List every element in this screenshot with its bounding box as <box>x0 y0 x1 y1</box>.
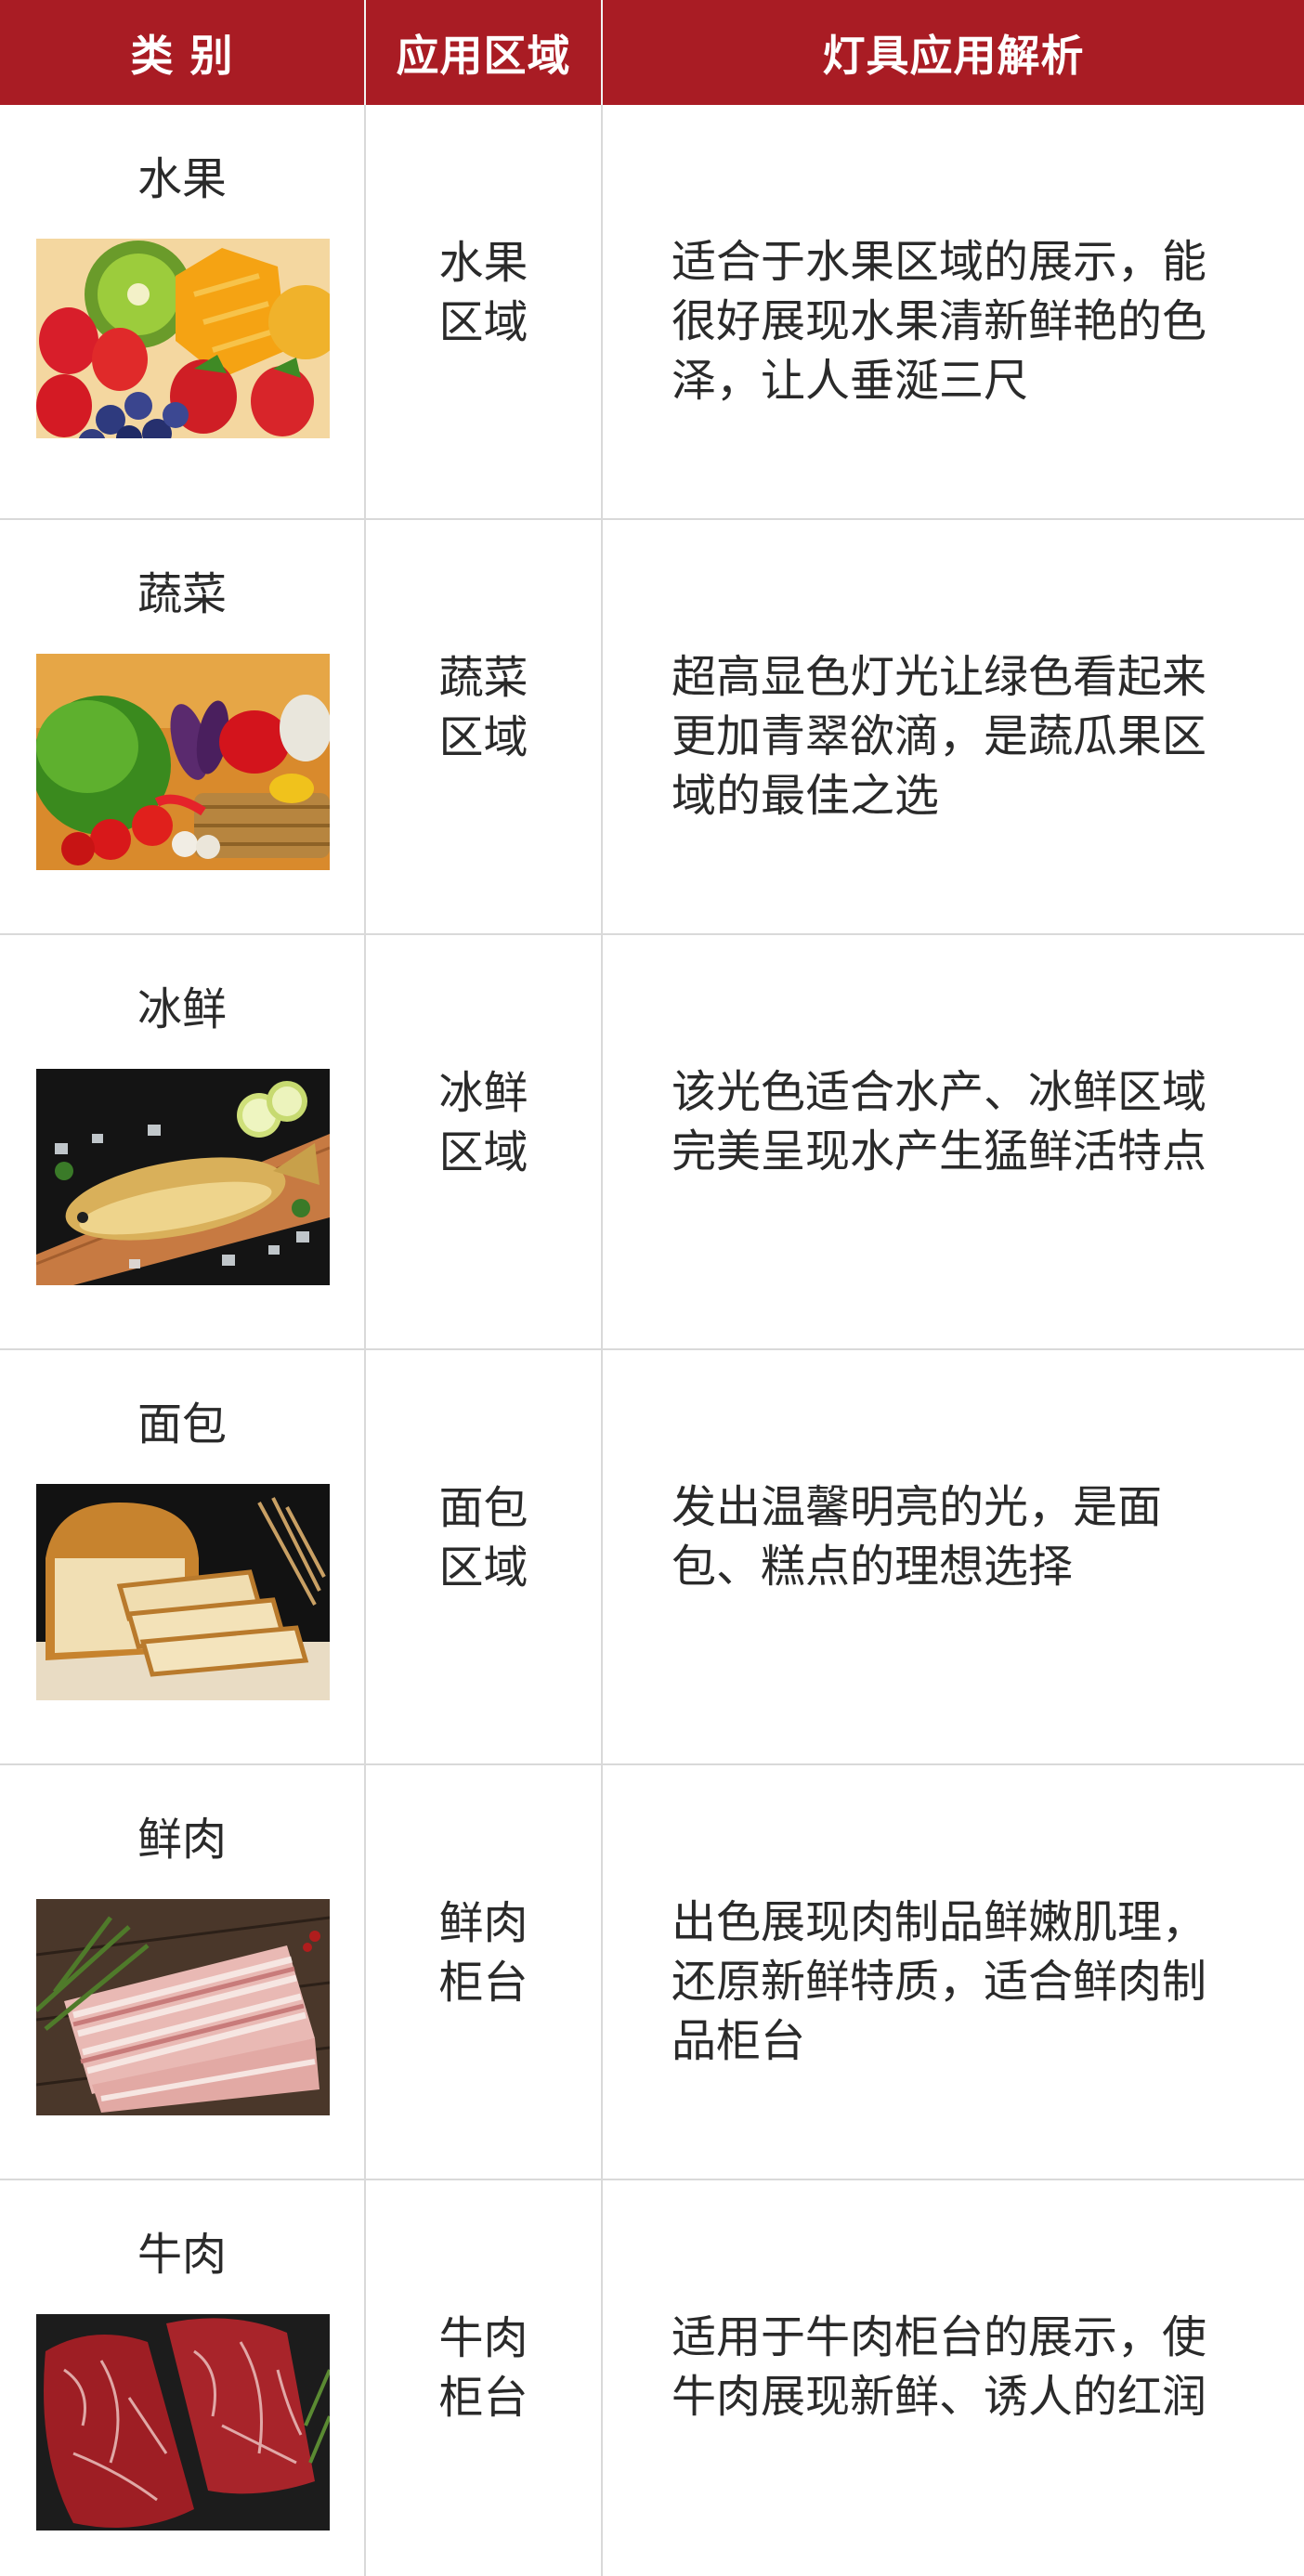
table-row: 鲜肉 鲜肉 柜台 出色展现肉制品鲜嫩肌理，还原新鲜特质，适合鲜肉制品柜台 <box>0 1764 1304 2180</box>
description-cell: 出色展现肉制品鲜嫩肌理，还原新鲜特质，适合鲜肉制品柜台 <box>601 1764 1304 2180</box>
vegetables-photo <box>36 654 330 870</box>
beef-photo <box>36 2314 330 2530</box>
category-cell: 面包 <box>0 1349 366 1765</box>
area-line: 蔬菜 <box>438 652 528 704</box>
description-text: 发出温馨明亮的光，是面包、糕点的理想选择 <box>672 1481 1163 1593</box>
fish-photo <box>36 1069 330 1285</box>
area-cell: 冰鲜 区域 <box>364 934 603 1350</box>
category-name: 面包 <box>137 1399 227 1451</box>
category-cell: 鲜肉 <box>0 1764 366 2180</box>
category-name: 水果 <box>137 153 227 205</box>
header-category: 类 别 <box>0 0 366 105</box>
table-row: 冰鲜 冰鲜 区域 该光色适合水产、冰鲜区域完美呈现水产生猛鲜活特点 <box>0 934 1304 1350</box>
category-cell: 牛肉 <box>0 2179 366 2576</box>
area-cell: 牛肉 柜台 <box>364 2179 603 2576</box>
area-line: 柜台 <box>438 2372 528 2424</box>
table-row: 蔬菜 蔬菜 区域 超高显色灯光让绿色看起来更加青翠欲滴，是蔬瓜果区域的最佳之选 <box>0 519 1304 935</box>
category-name: 冰鲜 <box>137 983 227 1035</box>
description-cell: 发出温馨明亮的光，是面包、糕点的理想选择 <box>601 1349 1304 1765</box>
area-cell: 面包 区域 <box>364 1349 603 1765</box>
area-line: 区域 <box>438 296 528 348</box>
bread-photo <box>36 1484 330 1700</box>
table-header-row: 类 别 应用区域 灯具应用解析 <box>0 0 1304 105</box>
area-line: 水果 <box>438 237 528 289</box>
table-row: 水果 水果 区域 适合于水果区域的展示，能很好展现水果清新鲜艳的色泽，让人垂涎三… <box>0 105 1304 520</box>
category-cell: 冰鲜 <box>0 934 366 1350</box>
area-cell: 水果 区域 <box>364 105 603 520</box>
area-line: 鲜肉 <box>438 1897 528 1949</box>
description-text: 出色展现肉制品鲜嫩肌理，还原新鲜特质，适合鲜肉制品柜台 <box>672 1896 1207 2067</box>
area-line: 区域 <box>438 1542 528 1594</box>
description-text: 适合于水果区域的展示，能很好展现水果清新鲜艳的色泽，让人垂涎三尺 <box>672 236 1207 407</box>
category-name: 蔬菜 <box>137 568 227 620</box>
area-line: 柜台 <box>438 1957 528 2009</box>
pork-photo <box>36 1899 330 2115</box>
lighting-application-table: 类 别 应用区域 灯具应用解析 水果 水果 区域 适合于水果区域的展示，能很好展… <box>0 0 1304 2576</box>
area-line: 牛肉 <box>438 2312 528 2364</box>
area-line: 面包 <box>438 1482 528 1534</box>
description-cell: 适合于水果区域的展示，能很好展现水果清新鲜艳的色泽，让人垂涎三尺 <box>601 105 1304 520</box>
table-row: 牛肉 牛肉 柜台 适用于牛肉柜台的展示，使牛肉展现新鲜、诱人的红润 <box>0 2179 1304 2576</box>
lighting-application-table-page: 类 别 应用区域 灯具应用解析 水果 水果 区域 适合于水果区域的展示，能很好展… <box>0 0 1304 2576</box>
description-cell: 该光色适合水产、冰鲜区域完美呈现水产生猛鲜活特点 <box>601 934 1304 1350</box>
area-cell: 蔬菜 区域 <box>364 519 603 935</box>
area-line: 区域 <box>438 1126 528 1178</box>
description-text: 该光色适合水产、冰鲜区域完美呈现水产生猛鲜活特点 <box>672 1066 1207 1177</box>
description-cell: 适用于牛肉柜台的展示，使牛肉展现新鲜、诱人的红润 <box>601 2179 1304 2576</box>
fruits-photo <box>36 239 330 455</box>
table-row: 面包 面包 区域 发出温馨明亮的光，是面包、糕点的理想选择 <box>0 1349 1304 1765</box>
category-name: 鲜肉 <box>137 1814 227 1866</box>
category-name: 牛肉 <box>137 2229 227 2281</box>
description-text: 适用于牛肉柜台的展示，使牛肉展现新鲜、诱人的红润 <box>672 2311 1207 2423</box>
description-cell: 超高显色灯光让绿色看起来更加青翠欲滴，是蔬瓜果区域的最佳之选 <box>601 519 1304 935</box>
category-cell: 水果 <box>0 105 366 520</box>
description-text: 超高显色灯光让绿色看起来更加青翠欲滴，是蔬瓜果区域的最佳之选 <box>672 651 1207 822</box>
area-cell: 鲜肉 柜台 <box>364 1764 603 2180</box>
category-cell: 蔬菜 <box>0 519 366 935</box>
area-line: 区域 <box>438 711 528 763</box>
header-application-area: 应用区域 <box>365 0 603 105</box>
area-line: 冰鲜 <box>438 1067 528 1119</box>
header-lighting-analysis: 灯具应用解析 <box>602 0 1304 105</box>
